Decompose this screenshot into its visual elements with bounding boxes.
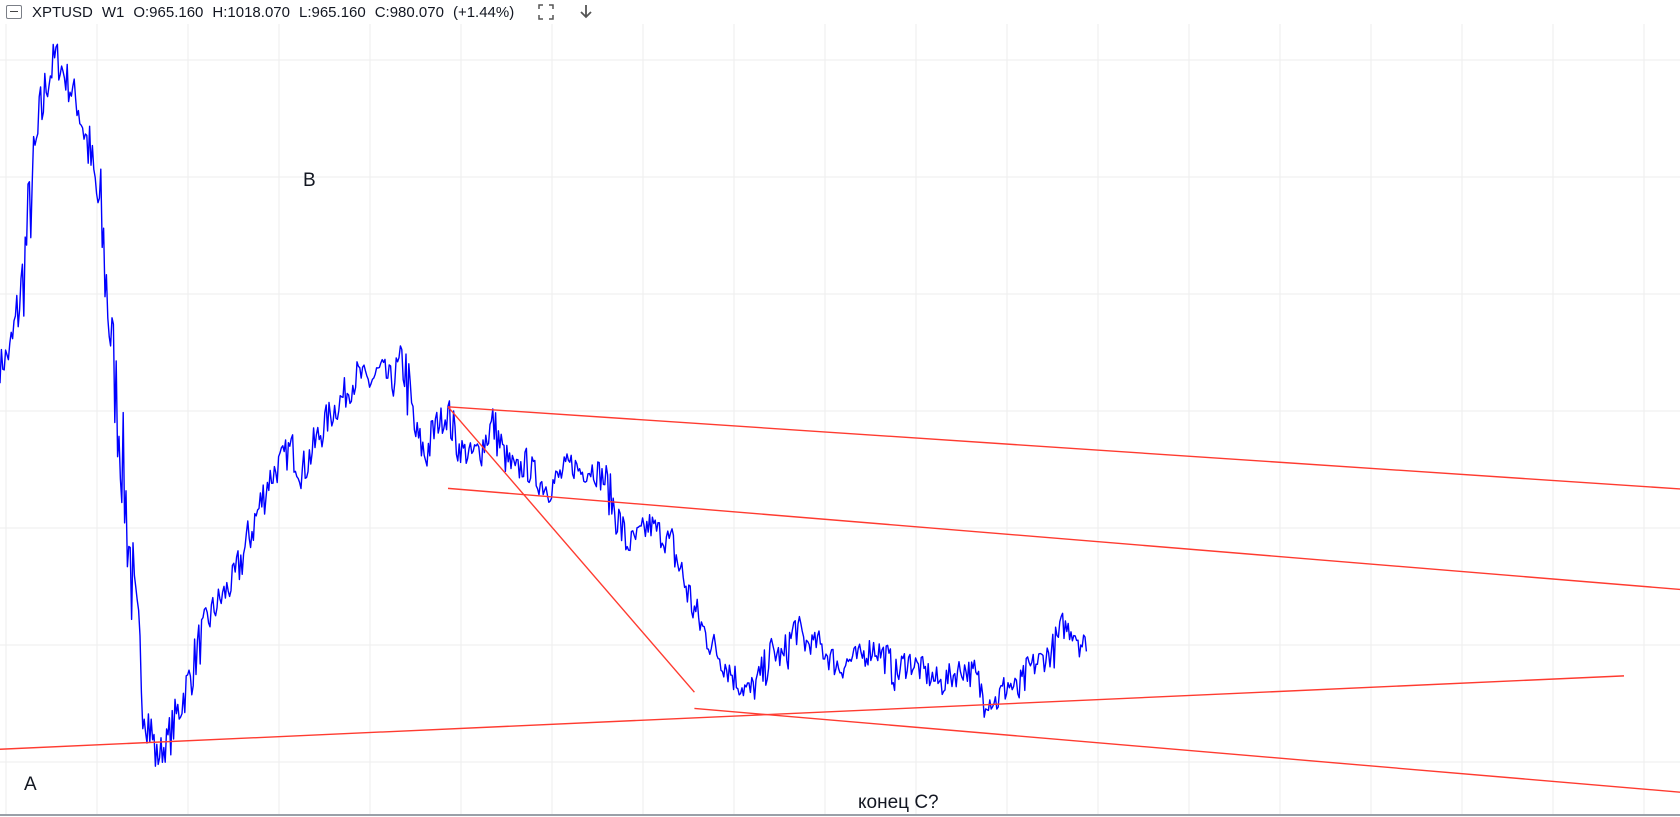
chart-bottom-border: [0, 814, 1680, 816]
collapse-icon[interactable]: [6, 5, 22, 19]
high-value: H:1018.070: [212, 3, 290, 21]
trend-line-3[interactable]: [447, 406, 1680, 513]
symbol-label: XPTUSD: [32, 3, 93, 21]
price-series: [0, 43, 1088, 767]
trend-line-1[interactable]: [0, 675, 1625, 750]
price-chart-svg[interactable]: A B конец C?: [0, 0, 1680, 817]
low-value: L:965.160: [298, 3, 366, 21]
chart-header: XPTUSD W1 O:965.160 H:1018.070 L:965.160…: [0, 0, 1680, 24]
price-line: [0, 43, 1088, 767]
trend-line-4[interactable]: [447, 406, 695, 693]
chart-area[interactable]: XPTUSD W1 O:965.160 H:1018.070 L:965.160…: [0, 0, 1680, 817]
change-value: (+1.44%): [452, 3, 515, 21]
download-arrow-icon[interactable]: [576, 2, 596, 22]
open-value: O:965.160: [133, 3, 204, 21]
wave-label-c-end: конец C?: [858, 792, 939, 813]
grid-lines: [0, 24, 1680, 814]
wave-label-a: A: [24, 774, 37, 795]
close-value: C:980.070: [374, 3, 444, 21]
fullscreen-icon[interactable]: [536, 2, 556, 22]
wave-label-b: B: [303, 170, 316, 191]
timeframe-label: W1: [101, 3, 125, 21]
trend-line-5[interactable]: [694, 707, 1680, 817]
trend-lines: [0, 406, 1680, 817]
trend-line-2[interactable]: [447, 487, 1680, 618]
